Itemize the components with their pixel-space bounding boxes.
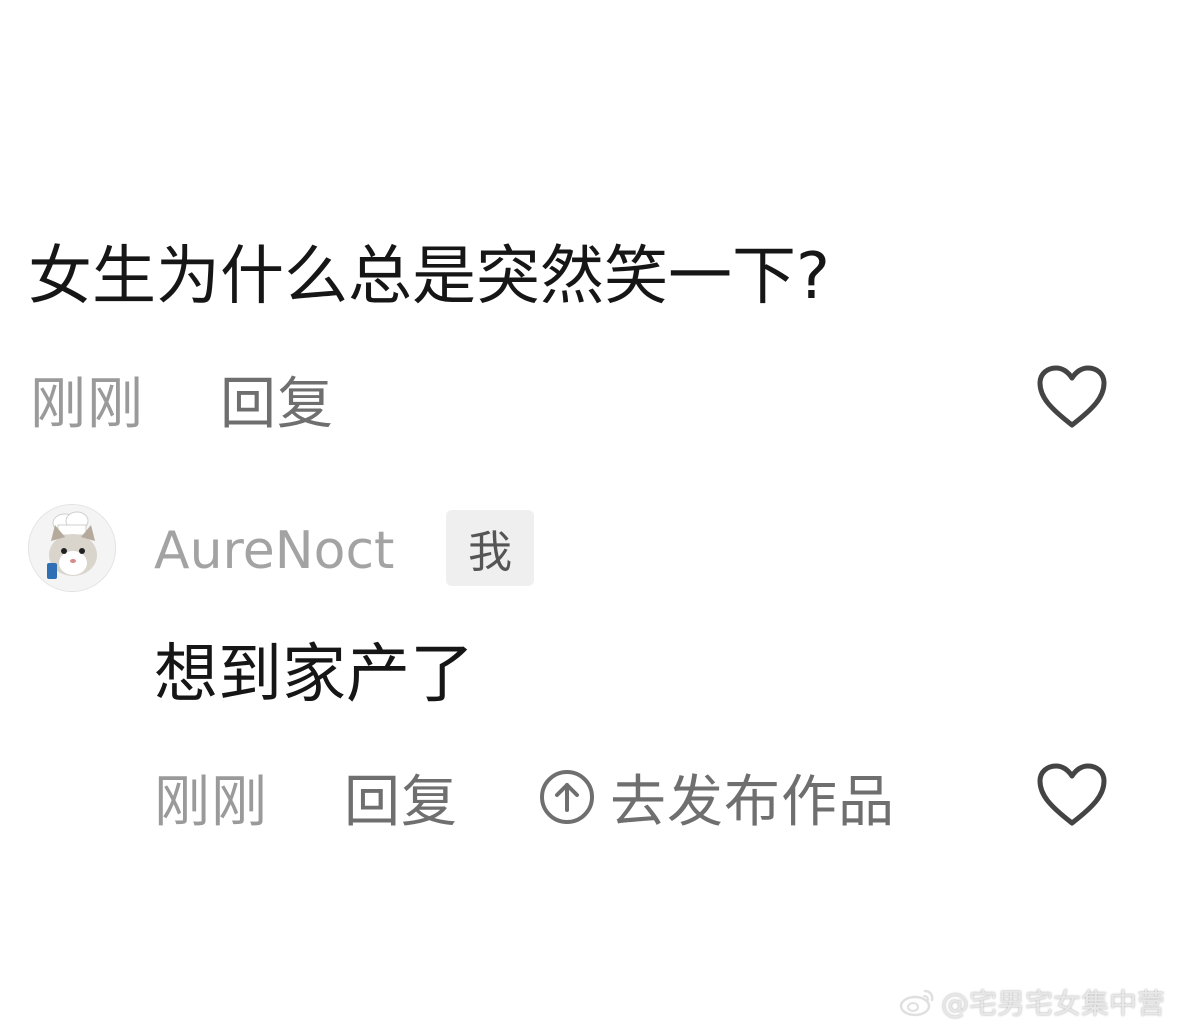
publish-work-label: 去发布作品 [610, 769, 895, 835]
heart-icon [1037, 365, 1107, 428]
publish-work-button[interactable]: 去发布作品 [538, 757, 895, 838]
reply-reply-button[interactable]: 回复 [344, 757, 458, 838]
comment-text: 女生为什么总是突然笑一下? [28, 240, 830, 314]
weibo-logo-icon [899, 989, 934, 1017]
comment-timestamp: 刚刚 [30, 371, 144, 437]
watermark-text: @宅男宅女集中营 [940, 987, 1165, 1020]
watermark: @宅男宅女集中营 [899, 982, 1165, 1022]
avatar[interactable] [28, 504, 116, 592]
reply-like-button[interactable] [1036, 762, 1108, 828]
reply-text: 想到家产了 [154, 638, 474, 712]
comment-like-button[interactable] [1036, 364, 1108, 430]
comment-reply-button[interactable]: 回复 [220, 359, 334, 440]
cat-avatar-icon [29, 505, 115, 591]
heart-icon [1037, 763, 1107, 826]
reply-username[interactable]: AureNoct [154, 516, 394, 586]
author-badge: 我 [446, 510, 534, 586]
reply-timestamp: 刚刚 [154, 769, 268, 835]
comment-meta-row: 刚刚 回复 [30, 364, 334, 437]
arrow-up-circle-icon [540, 770, 594, 824]
reply-meta-row: 刚刚 回复 去发布作品 [154, 762, 895, 835]
